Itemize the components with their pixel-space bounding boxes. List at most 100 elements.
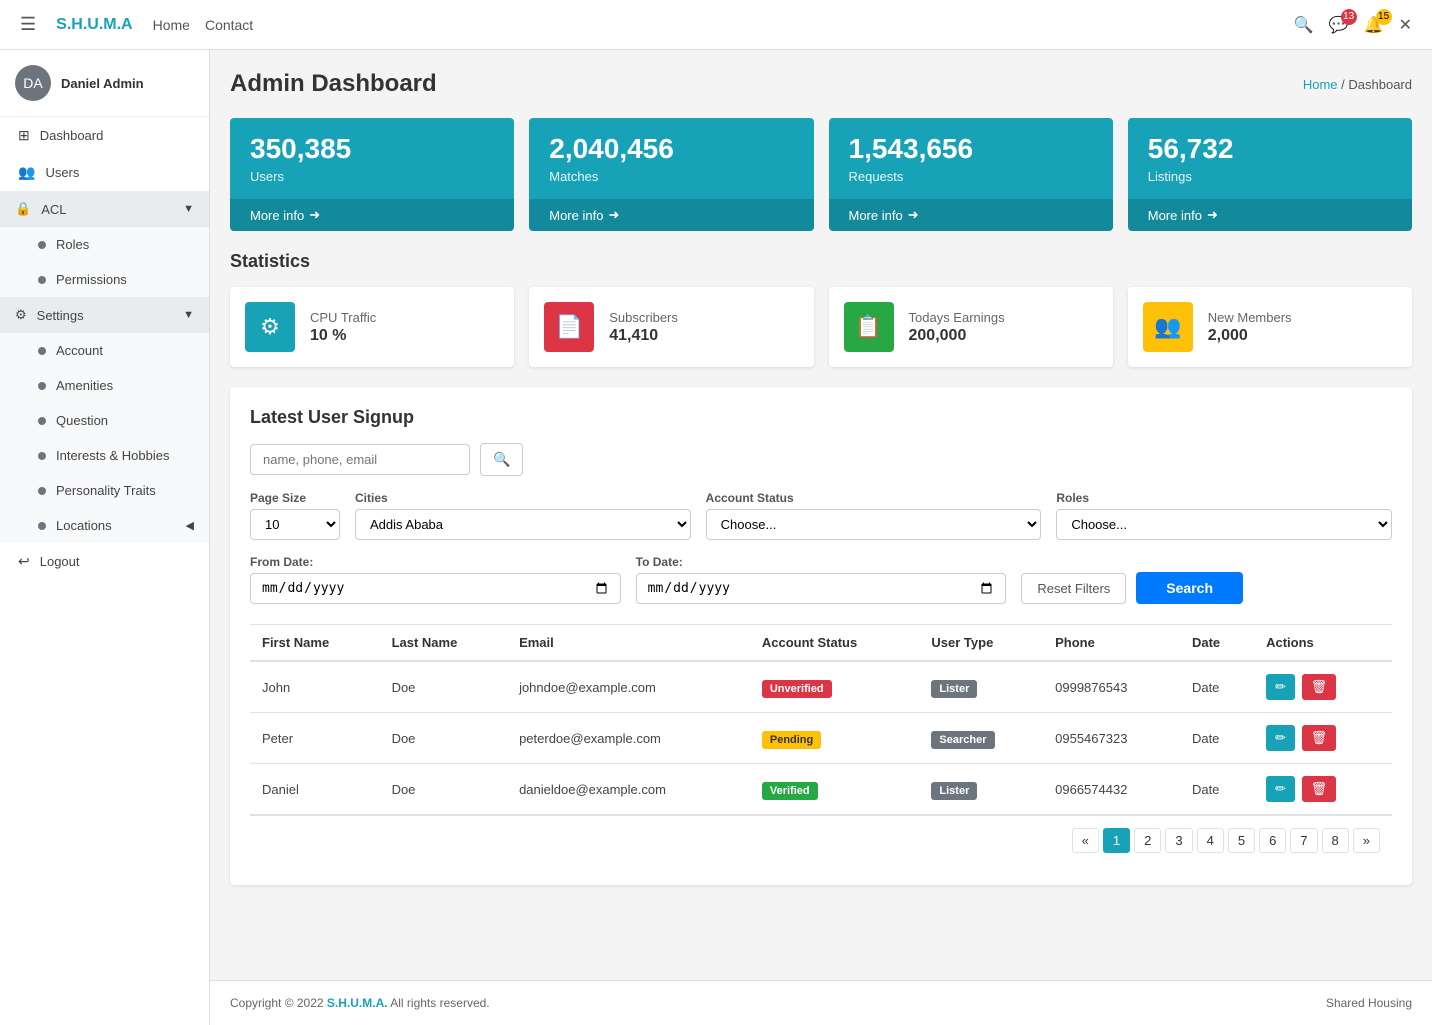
page-btn[interactable]: »	[1353, 828, 1380, 853]
stats-label: Subscribers	[609, 310, 678, 325]
page-btn[interactable]: 7	[1290, 828, 1317, 853]
stat-label: Listings	[1148, 169, 1392, 184]
sidebar-item-users[interactable]: 👥 Users	[0, 154, 209, 191]
status-badge: Unverified	[762, 680, 832, 698]
sidebar-item-interests[interactable]: Interests & Hobbies	[20, 438, 209, 473]
page-btn[interactable]: 2	[1134, 828, 1161, 853]
hamburger-icon[interactable]: ☰	[20, 14, 36, 35]
sidebar-user: DA Daniel Admin	[0, 50, 209, 117]
sidebar-item-permissions[interactable]: Permissions	[20, 262, 209, 297]
dot-icon	[38, 417, 46, 425]
account-status-label: Account Status	[706, 491, 1042, 505]
breadcrumb-home[interactable]: Home	[1303, 77, 1338, 92]
members-icon: 👥	[1143, 302, 1193, 352]
sidebar-item-account[interactable]: Account	[20, 333, 209, 368]
sidebar-item-amenities[interactable]: Amenities	[20, 368, 209, 403]
cell-status: Pending	[750, 713, 920, 764]
col-actions: Actions	[1254, 625, 1392, 662]
sidebar-item-label: Roles	[56, 237, 89, 252]
cell-phone: 0955467323	[1043, 713, 1180, 764]
search-row: 🔍	[250, 443, 1392, 476]
sidebar-item-label: Dashboard	[40, 128, 104, 143]
brand-logo[interactable]: S.H.U.M.A	[56, 16, 132, 34]
table-header-row: First Name Last Name Email Account Statu…	[250, 625, 1392, 662]
usertype-badge: Lister	[931, 782, 977, 800]
sidebar-item-personality[interactable]: Personality Traits	[20, 473, 209, 508]
nav-home[interactable]: Home	[153, 17, 190, 33]
stat-footer-text: More info	[1148, 208, 1202, 223]
sidebar-item-label: Permissions	[56, 272, 127, 287]
edit-button[interactable]: ✏	[1266, 776, 1295, 802]
delete-button[interactable]: 🗑	[1302, 725, 1337, 751]
reset-filters-button[interactable]: Reset Filters	[1021, 573, 1126, 604]
sidebar-item-logout[interactable]: ↩ Logout	[0, 543, 209, 580]
stat-card-footer[interactable]: More info ➜	[230, 199, 514, 231]
page-btn[interactable]: 4	[1197, 828, 1224, 853]
top-nav-right: 🔍 💬 13 🔔 15 ✕	[1294, 15, 1412, 35]
delete-button[interactable]: 🗑	[1302, 776, 1337, 802]
search-input[interactable]	[250, 444, 470, 475]
roles-filter: Roles Choose... Admin User	[1056, 491, 1392, 540]
search-icon-button[interactable]: 🔍	[480, 443, 523, 476]
dot-icon	[38, 522, 46, 530]
to-date-input[interactable]	[636, 573, 1007, 604]
cell-date: Date	[1180, 764, 1254, 815]
cities-select[interactable]: Addis Ababa Dire Dawa Hawassa	[355, 509, 691, 540]
page-size-filter: Page Size 10 25 50 100	[250, 491, 340, 540]
page-btn[interactable]: «	[1072, 828, 1099, 853]
edit-button[interactable]: ✏	[1266, 674, 1295, 700]
page-btn[interactable]: 6	[1259, 828, 1286, 853]
cell-usertype: Searcher	[919, 713, 1043, 764]
to-date-label: To Date:	[636, 555, 1007, 569]
edit-button[interactable]: ✏	[1266, 725, 1295, 751]
sidebar-item-question[interactable]: Question	[20, 403, 209, 438]
sidebar-item-dashboard[interactable]: ⊞ Dashboard	[0, 117, 209, 154]
search-button[interactable]: Search	[1136, 572, 1243, 604]
footer-rights: All rights reserved.	[390, 996, 489, 1010]
sidebar-item-settings[interactable]: ⚙ Settings ▼	[0, 297, 209, 333]
sidebar-item-label: ACL	[41, 202, 66, 217]
cities-filter: Cities Addis Ababa Dire Dawa Hawassa	[355, 491, 691, 540]
account-status-filter: Account Status Choose... Verified Unveri…	[706, 491, 1042, 540]
nav-contact[interactable]: Contact	[205, 17, 253, 33]
footer-brand[interactable]: S.H.U.M.A.	[327, 996, 388, 1010]
cell-firstname: Daniel	[250, 764, 380, 815]
stats-value: 2,000	[1208, 327, 1292, 345]
cell-date: Date	[1180, 713, 1254, 764]
page-btn[interactable]: 3	[1165, 828, 1192, 853]
dot-icon	[38, 382, 46, 390]
stat-card-footer[interactable]: More info ➜	[1128, 199, 1412, 231]
stats-value: 10 %	[310, 327, 376, 345]
sidebar-item-label: Locations	[56, 518, 112, 533]
dashboard-icon: ⊞	[18, 127, 30, 144]
stat-card-footer[interactable]: More info ➜	[829, 199, 1113, 231]
from-date-input[interactable]	[250, 573, 621, 604]
search-icon[interactable]: 🔍	[1294, 15, 1314, 35]
chat-badge: 13	[1341, 9, 1357, 25]
sidebar-item-locations[interactable]: Locations ◀	[20, 508, 209, 543]
page-size-select[interactable]: 10 25 50 100	[250, 509, 340, 540]
roles-select[interactable]: Choose... Admin User	[1056, 509, 1392, 540]
sidebar-item-roles[interactable]: Roles	[20, 227, 209, 262]
close-icon[interactable]: ✕	[1399, 15, 1412, 35]
page-btn[interactable]: 5	[1228, 828, 1255, 853]
delete-button[interactable]: 🗑	[1302, 674, 1337, 700]
table-row: Daniel Doe danieldoe@example.com Verifie…	[250, 764, 1392, 815]
page-btn[interactable]: 1	[1103, 828, 1130, 853]
sidebar-item-acl[interactable]: 🔒 ACL ▼	[0, 191, 209, 227]
from-date-label: From Date:	[250, 555, 621, 569]
gear-icon: ⚙	[15, 307, 27, 323]
bell-icon[interactable]: 🔔 15	[1364, 15, 1384, 35]
pagination: «12345678»	[250, 815, 1392, 865]
arrow-right-icon: ➜	[309, 207, 320, 223]
top-nav-left: ☰ S.H.U.M.A Home Contact	[20, 14, 253, 35]
stat-card-footer[interactable]: More info ➜	[529, 199, 813, 231]
arrow-right-icon: ➜	[1207, 207, 1218, 223]
cell-lastname: Doe	[380, 764, 508, 815]
chat-icon[interactable]: 💬 13	[1329, 15, 1349, 35]
page-btn[interactable]: 8	[1322, 828, 1349, 853]
stat-card-requests: 1,543,656 Requests More info ➜	[829, 118, 1113, 231]
account-status-select[interactable]: Choose... Verified Unverified Pending	[706, 509, 1042, 540]
stats-label: New Members	[1208, 310, 1292, 325]
stats-value: 41,410	[609, 327, 678, 345]
